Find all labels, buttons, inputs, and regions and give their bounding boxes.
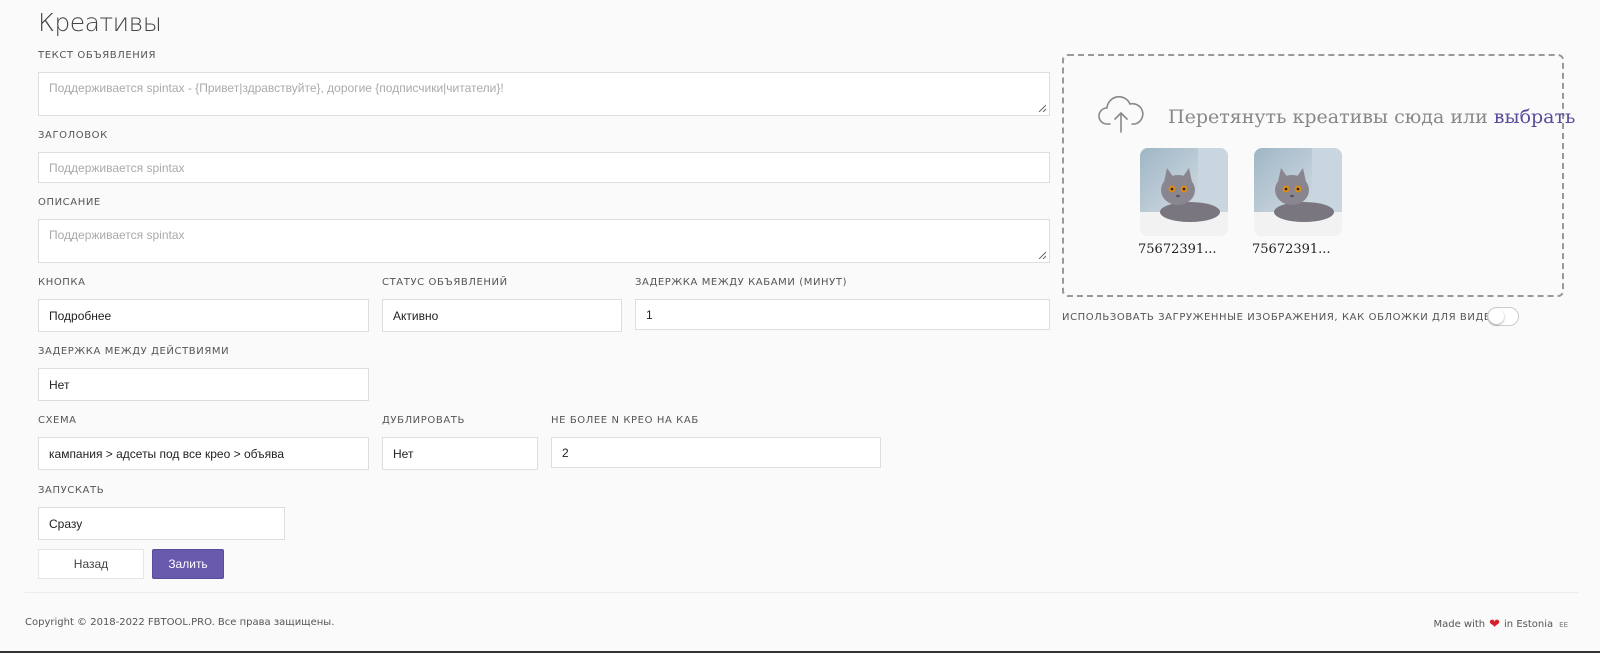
footer-made-with: Made with ❤ in Estonia EE (1433, 617, 1568, 632)
ad-text-textarea[interactable]: Поддерживается spintax - {Привет|здравст… (38, 72, 1050, 116)
scheme-label: Схема (38, 415, 77, 426)
choose-files-link[interactable]: выбрать (1494, 106, 1576, 128)
duplicate-label: Дублировать (382, 415, 465, 426)
cab-delay-value: 1 (646, 307, 653, 322)
ad-status-select[interactable]: Активно (382, 299, 622, 332)
duplicate-select[interactable]: Нет (382, 437, 538, 470)
max-creo-value: 2 (562, 445, 569, 460)
video-cover-label: Использовать загруженные изображения, ка… (1062, 312, 1506, 323)
toggle-knob (1489, 309, 1504, 324)
ad-status-label: Статус объявлений (382, 277, 508, 288)
scheme-value: кампания > адсеты под все крео > объява (49, 446, 285, 461)
creative-file-name: 75672391... (1138, 242, 1217, 257)
resize-handle-icon[interactable] (1038, 251, 1046, 259)
back-button[interactable]: Назад (38, 549, 144, 579)
resize-handle-icon[interactable] (1038, 104, 1046, 112)
heart-icon: ❤ (1489, 617, 1501, 632)
launch-value: Сразу (49, 516, 83, 531)
max-creo-input[interactable]: 2 (551, 437, 881, 468)
flag-icon: EE (1559, 620, 1568, 629)
description-label: Описание (38, 197, 101, 208)
headline-placeholder: Поддерживается spintax (49, 160, 185, 175)
headline-label: Заголовок (38, 130, 108, 141)
made-with-text: Made with (1433, 619, 1486, 630)
cab-delay-input[interactable]: 1 (635, 299, 1050, 330)
creative-thumbnail[interactable] (1140, 148, 1228, 236)
button-label: Кнопка (38, 277, 86, 288)
cab-delay-label: Задержка между кабами (минут) (635, 277, 848, 288)
creative-thumbnail[interactable] (1254, 148, 1342, 236)
footer-divider (25, 592, 1578, 593)
creative-dropzone[interactable]: Перетянуть креативы сюда или выбрать 7567… (1062, 54, 1575, 297)
button-select[interactable]: Подробнее (38, 299, 369, 332)
submit-button[interactable]: Залить (152, 549, 224, 579)
ad-status-value: Активно (393, 308, 439, 323)
video-cover-toggle[interactable] (1487, 307, 1519, 326)
footer-copyright: Copyright © 2018-2022 FBTOOL.PRO. Все пр… (25, 617, 335, 628)
cat-image-icon (1140, 148, 1228, 236)
launch-label: Запускать (38, 485, 105, 496)
scheme-select[interactable]: кампания > адсеты под все крео > объява (38, 437, 369, 470)
in-country-text: in Estonia (1504, 619, 1554, 630)
cat-image-icon (1254, 148, 1342, 236)
page-title: Креативы (38, 8, 162, 37)
creative-file-name: 75672391... (1252, 242, 1331, 257)
duplicate-value: Нет (393, 446, 414, 461)
description-textarea[interactable]: Поддерживается spintax (38, 219, 1050, 263)
description-placeholder: Поддерживается spintax (49, 228, 185, 242)
action-delay-value: Нет (49, 377, 70, 392)
headline-input[interactable]: Поддерживается spintax (38, 152, 1050, 183)
launch-select[interactable]: Сразу (38, 507, 285, 540)
cloud-upload-icon (1098, 96, 1144, 133)
max-creo-label: Не более N крео на каб (551, 415, 699, 426)
ad-text-label: Текст объявления (38, 50, 157, 61)
action-delay-label: Задержка между действиями (38, 346, 230, 357)
action-delay-select[interactable]: Нет (38, 368, 369, 401)
ad-text-placeholder: Поддерживается spintax - {Привет|здравст… (49, 81, 504, 95)
button-select-value: Подробнее (49, 308, 112, 323)
dropzone-text: Перетянуть креативы сюда или (1168, 106, 1488, 128)
